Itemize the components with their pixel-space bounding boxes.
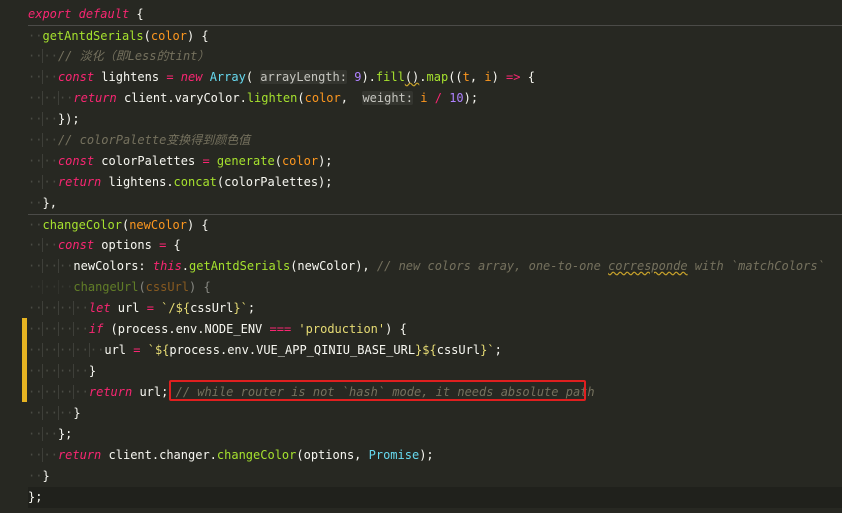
change-marker: [22, 339, 27, 360]
code-line[interactable]: ··········url = `${process.env.VUE_APP_Q…: [28, 340, 842, 361]
change-marker: [22, 381, 27, 402]
code-line[interactable]: ····return client.changer.changeColor(op…: [28, 445, 842, 466]
code-line[interactable]: ··changeColor(newColor) {: [28, 214, 842, 236]
code-line[interactable]: ··getAntdSerials(color) {: [28, 25, 842, 47]
highlight-box: [169, 380, 586, 401]
code-line[interactable]: ········if (process.env.NODE_ENV === 'pr…: [28, 319, 842, 340]
code-line[interactable]: ··}: [28, 466, 842, 487]
code-line[interactable]: ····return lightens.concat(colorPalettes…: [28, 172, 842, 193]
editor-gutter: [0, 0, 28, 513]
code-line[interactable]: ······changeUrl(cssUrl) {: [28, 277, 842, 298]
code-line[interactable]: ····const lightens = new Array( arrayLen…: [28, 67, 842, 88]
code-editor[interactable]: export default {··getAntdSerials(color) …: [0, 0, 842, 513]
code-line[interactable]: ····};: [28, 424, 842, 445]
change-marker: [22, 318, 27, 339]
code-line[interactable]: export default {: [28, 4, 842, 25]
code-line[interactable]: ······}: [28, 403, 842, 424]
code-line[interactable]: ········}: [28, 361, 842, 382]
code-line[interactable]: ····const colorPalettes = generate(color…: [28, 151, 842, 172]
code-line[interactable]: ········let url = `/${cssUrl}`;: [28, 298, 842, 319]
code-line[interactable]: ··},: [28, 193, 842, 214]
change-marker: [22, 360, 27, 381]
code-line[interactable]: ····// 淡化（即Less的tint）: [28, 46, 842, 67]
code-line[interactable]: ····const options = {: [28, 235, 842, 256]
code-line[interactable]: ······return client.varyColor.lighten(co…: [28, 88, 842, 109]
code-line[interactable]: ····// colorPalette变换得到颜色值: [28, 130, 842, 151]
code-line[interactable]: };: [28, 487, 842, 508]
code-line[interactable]: ······newColors: this.getAntdSerials(new…: [28, 256, 842, 277]
code-line[interactable]: ····});: [28, 109, 842, 130]
